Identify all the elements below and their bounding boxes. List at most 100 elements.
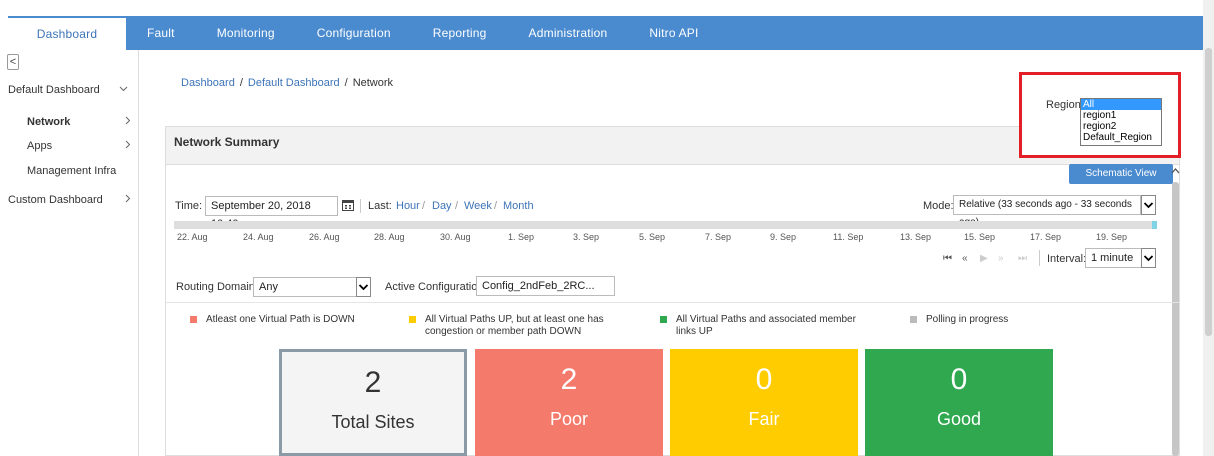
chevron-right-icon: [123, 116, 132, 128]
breadcrumb-dashboard[interactable]: Dashboard: [181, 77, 235, 89]
first-page-icon[interactable]: ⏮: [943, 253, 952, 264]
timeline-tick: 7. Sep: [705, 232, 732, 242]
fair-count: 0: [755, 363, 773, 396]
legend-item-congestion: All Virtual Paths UP, but at least one h…: [409, 314, 639, 340]
interval-label: Interval:: [1047, 253, 1087, 265]
mode-select[interactable]: Relative (33 seconds ago - 33 seconds ag…: [953, 195, 1141, 228]
range-separator: /: [494, 200, 498, 212]
interval-select[interactable]: 1 minute: [1085, 248, 1142, 268]
good-card[interactable]: 0 Good: [865, 349, 1053, 456]
sidebar-item-label: Apps: [27, 140, 53, 152]
timeline-tick: 9. Sep: [770, 232, 797, 242]
legend-item-polling: Polling in progress: [910, 314, 1060, 340]
routing-domain-label: Routing Domain:: [176, 281, 258, 293]
breadcrumb-default-dashboard[interactable]: Default Dashboard: [248, 77, 340, 89]
timeline-tick: 26. Aug: [309, 232, 340, 242]
legend-text: All Virtual Paths and associated member …: [676, 314, 856, 337]
range-day-link[interactable]: Day: [432, 200, 452, 212]
good-label: Good: [936, 409, 982, 429]
timeline-tick: 5. Sep: [639, 232, 666, 242]
legend-swatch: [660, 316, 667, 323]
timeline-tick: 17. Sep: [1030, 232, 1062, 242]
timeline-tick: 3. Sep: [573, 232, 600, 242]
divider: [360, 199, 361, 213]
nav-reporting[interactable]: Reporting: [412, 16, 508, 50]
range-separator: /: [455, 200, 459, 212]
good-count: 0: [950, 363, 968, 396]
region-selector-highlight: Region: All region1 region2 Default_Regi…: [1019, 72, 1181, 158]
last-page-icon[interactable]: ⏭: [1018, 253, 1027, 264]
legend-swatch: [910, 316, 917, 323]
next-page-icon[interactable]: ▶: [980, 253, 988, 264]
poor-count: 2: [560, 363, 578, 396]
range-week-link[interactable]: Week: [464, 200, 492, 212]
timeline-tick: 13. Sep: [900, 232, 932, 242]
mode-label: Mode:: [923, 200, 954, 212]
sidebar-item-label: Default Dashboard: [8, 84, 100, 96]
range-month-link[interactable]: Month: [503, 200, 534, 212]
divider: [1039, 250, 1040, 266]
forward-page-icon[interactable]: »: [998, 253, 1004, 264]
time-input[interactable]: September 20, 2018 10:40am: [205, 196, 338, 230]
region-option-all[interactable]: All: [1081, 99, 1161, 110]
timeline-tick: 15. Sep: [964, 232, 996, 242]
region-option-default-region[interactable]: Default_Region: [1081, 132, 1161, 143]
nav-nitro-api[interactable]: Nitro API: [628, 16, 719, 50]
prev-page-icon[interactable]: «: [962, 253, 968, 264]
region-select[interactable]: All region1 region2 Default_Region: [1080, 98, 1162, 146]
divider: [166, 302, 1180, 303]
timeline-tick: 22. Aug: [177, 232, 208, 242]
legend-item-down: Atleast one Virtual Path is DOWN: [190, 314, 400, 340]
scroll-thumb[interactable]: [1172, 182, 1179, 456]
total-sites-count: 2: [364, 366, 382, 399]
fair-label: Fair: [748, 409, 780, 429]
active-config-field[interactable]: Config_2ndFeb_2RC...: [476, 276, 615, 296]
legend-item-up: All Virtual Paths and associated member …: [660, 314, 890, 340]
timeline-tick: 30. Aug: [440, 232, 471, 242]
active-config-label: Active Configuration:: [385, 281, 487, 293]
window-scrollbar[interactable]: [1203, 0, 1214, 456]
chevron-down-icon[interactable]: [1141, 195, 1156, 215]
sidebar-item-label: Management Infra: [27, 165, 117, 177]
poor-card[interactable]: 2 Poor: [475, 349, 663, 456]
sidebar-item-label: Custom Dashboard: [8, 194, 103, 206]
window-scroll-thumb[interactable]: [1205, 48, 1212, 336]
chevron-down-icon[interactable]: [356, 277, 371, 297]
schematic-view-button[interactable]: Schematic View: [1069, 164, 1173, 184]
timeline-handle[interactable]: [1152, 221, 1157, 229]
nav-dashboard[interactable]: Dashboard: [8, 16, 126, 50]
chevron-down-icon: [119, 84, 128, 96]
legend-swatch: [190, 316, 197, 323]
fair-card[interactable]: 0 Fair: [670, 349, 858, 456]
timeline-tick: 11. Sep: [833, 232, 864, 242]
top-nav: Dashboard Fault Monitoring Configuration…: [0, 0, 1214, 50]
region-label: Region:: [1046, 99, 1084, 111]
sidebar-collapse-button[interactable]: <: [7, 54, 19, 70]
chevron-up-icon[interactable]: [1171, 166, 1180, 177]
sidebar-item-label: Network: [27, 116, 71, 128]
chevron-down-icon[interactable]: [1141, 248, 1156, 268]
region-option-region2[interactable]: region2: [1081, 121, 1161, 132]
calendar-icon[interactable]: [342, 199, 354, 214]
total-sites-card[interactable]: 2 Total Sites: [279, 349, 467, 456]
breadcrumb: Dashboard / Default Dashboard / Network: [181, 77, 393, 89]
nav-configuration[interactable]: Configuration: [296, 16, 412, 50]
timeline-slider[interactable]: [174, 221, 1156, 229]
timeline-tick: 19. Sep: [1096, 232, 1128, 242]
sidebar: < Default Dashboard Network Apps Managem…: [0, 50, 139, 456]
routing-domain-select[interactable]: Any: [253, 277, 357, 297]
nav-fault[interactable]: Fault: [126, 16, 196, 50]
nav-administration[interactable]: Administration: [508, 16, 629, 50]
total-sites-label: Total Sites: [331, 412, 415, 432]
region-option-region1[interactable]: region1: [1081, 110, 1161, 121]
timeline-tick: 24. Aug: [243, 232, 274, 242]
panel-title: Network Summary: [174, 135, 280, 149]
chevron-right-icon: [123, 140, 132, 152]
range-separator: /: [422, 200, 426, 212]
nav-monitoring[interactable]: Monitoring: [196, 16, 296, 50]
range-hour-link[interactable]: Hour: [396, 200, 420, 212]
panel-scrollbar[interactable]: [1169, 160, 1183, 456]
chevron-right-icon: [123, 194, 132, 206]
breadcrumb-separator: /: [344, 77, 348, 89]
breadcrumb-separator: /: [239, 77, 243, 89]
